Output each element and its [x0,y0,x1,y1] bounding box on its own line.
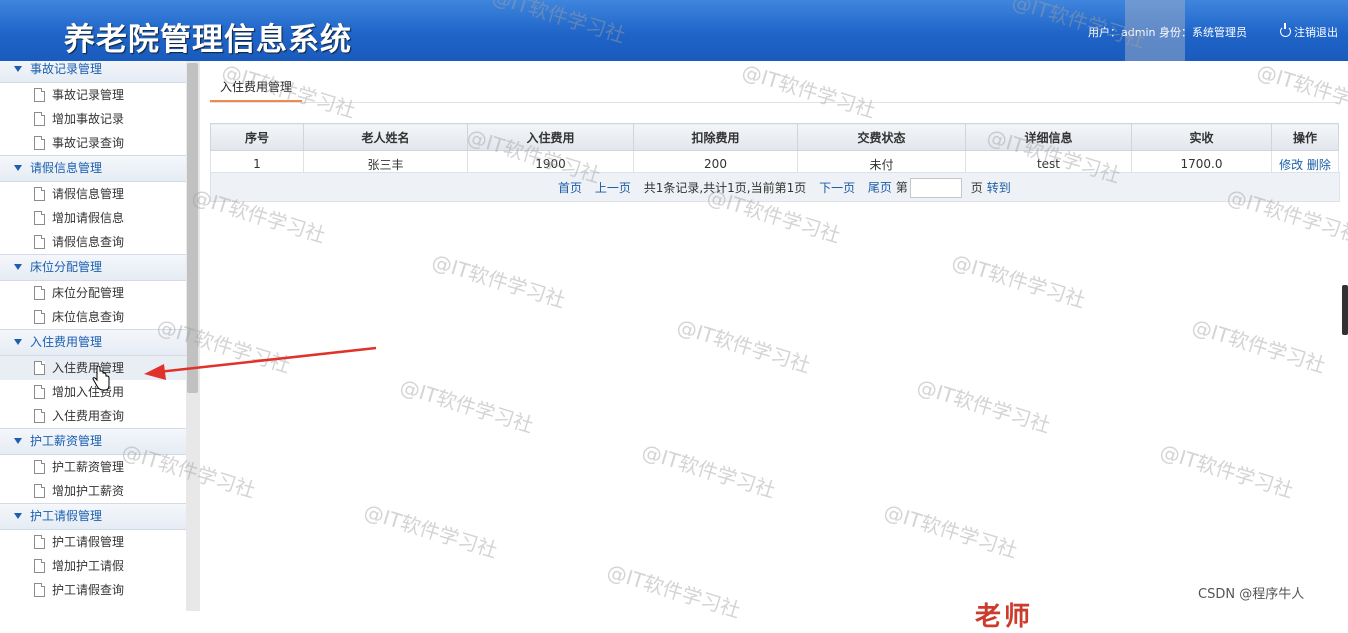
hand-cursor-icon [92,366,110,391]
bottom-red-text: 老师 [975,602,1034,632]
sidebar-item-salary-add[interactable]: 增加护工薪资 [0,479,186,503]
sidebar-item-accident-query[interactable]: 事故记录查询 [0,131,186,155]
document-icon [34,211,45,225]
document-icon [34,235,45,249]
tab-fee-manage[interactable]: 入住费用管理 [210,78,303,102]
sidebar-item-fee-query[interactable]: 入住费用查询 [0,404,186,428]
triangle-down-icon [14,66,22,72]
sidebar-group-leave[interactable]: 请假信息管理 [0,155,186,182]
document-icon [34,310,45,324]
sidebar-item-leave-manage[interactable]: 请假信息管理 [0,182,186,206]
document-icon [34,88,45,102]
column-header: 交费状态 [797,123,966,151]
triangle-down-icon [14,513,22,519]
fee-table: 序号 老人姓名 入住费用 扣除费用 交费状态 详细信息 实收 操作 1 张三丰 … [210,123,1339,178]
watermark: @IT软件学习社 [1189,314,1329,378]
sidebar-item-leave-add[interactable]: 增加请假信息 [0,206,186,230]
delete-link[interactable]: 删除 [1307,158,1331,172]
watermark: @IT软件学习社 [397,374,537,438]
sidebar-item-nurse-leave-add[interactable]: 增加护工请假 [0,554,186,578]
page-number-input[interactable] [909,178,962,198]
document-icon [34,409,45,423]
document-icon [34,460,45,474]
column-header: 老人姓名 [303,123,468,151]
page-scroll-handle[interactable] [1342,285,1348,335]
csdn-credit: CSDN @程序牛人 [1198,587,1305,602]
document-icon [34,361,45,375]
user-info: 用户：admin 身份：系统管理员 [1088,26,1247,39]
document-icon [34,583,45,597]
pagination-bar: 首页 上一页 共1条记录,共计1页,当前第1页 下一页 尾页 第 页转到 [210,172,1340,202]
column-header: 操作 [1271,123,1339,151]
triangle-down-icon [14,438,22,444]
column-header: 详细信息 [965,123,1132,151]
tab-bar: 入住费用管理 [210,72,1338,103]
watermark: @IT软件学习社 [604,559,744,623]
watermark: @IT软件学习社 [639,439,779,503]
watermark: @IT软件学习社 [361,499,501,563]
column-header: 序号 [210,123,304,151]
logout-label: 注销退出 [1294,26,1338,39]
triangle-down-icon [14,339,22,345]
first-page-link[interactable]: 首页 [558,181,582,195]
page-prefix: 第 [895,180,908,195]
sidebar-group-accident[interactable]: 事故记录管理 [0,61,186,83]
sidebar-item-leave-query[interactable]: 请假信息查询 [0,230,186,254]
pager-summary: 共1条记录,共计1页,当前第1页 [643,180,807,195]
watermark: @IT软件学习社 [881,499,1021,563]
system-title: 养老院管理信息系统 [64,22,352,58]
watermark: @IT软件学习社 [429,249,569,313]
watermark: @IT软件学习社 [674,314,814,378]
table-header-row: 序号 老人姓名 入住费用 扣除费用 交费状态 详细信息 实收 操作 [210,123,1339,151]
document-icon [34,484,45,498]
sidebar-group-nurse-leave[interactable]: 护工请假管理 [0,503,186,530]
watermark: @IT软件学习社 [1157,439,1297,503]
watermark: @IT软件学习社 [914,374,1054,438]
document-icon [34,535,45,549]
sidebar-item-nurse-leave-manage[interactable]: 护工请假管理 [0,530,186,554]
watermark: @IT软件学习社 [949,249,1089,313]
document-icon [34,136,45,150]
power-icon [1280,23,1291,37]
sidebar-item-nurse-leave-query[interactable]: 护工请假查询 [0,578,186,602]
sidebar-item-accident-manage[interactable]: 事故记录管理 [0,83,186,107]
document-icon [34,385,45,399]
column-header: 入住费用 [467,123,634,151]
document-icon [34,112,45,126]
column-header: 实收 [1131,123,1272,151]
edit-link[interactable]: 修改 [1279,158,1303,172]
logout-button[interactable]: 注销退出 [1280,23,1338,40]
column-header: 扣除费用 [633,123,798,151]
sidebar-item-bed-manage[interactable]: 床位分配管理 [0,281,186,305]
triangle-down-icon [14,165,22,171]
sidebar-group-bed[interactable]: 床位分配管理 [0,254,186,281]
document-icon [34,559,45,573]
last-page-link[interactable]: 尾页 [868,181,892,195]
red-arrow-annotation [144,346,377,380]
sidebar-item-accident-add[interactable]: 增加事故记录 [0,107,186,131]
fee-table-container: 序号 老人姓名 入住费用 扣除费用 交费状态 详细信息 实收 操作 1 张三丰 … [210,123,1339,178]
sidebar-item-bed-query[interactable]: 床位信息查询 [0,305,186,329]
sidebar-item-salary-manage[interactable]: 护工薪资管理 [0,455,186,479]
prev-page-link[interactable]: 上一页 [595,181,631,195]
top-header: 养老院管理信息系统 用户：admin 身份：系统管理员 注销退出 [0,0,1348,61]
document-icon [34,187,45,201]
sidebar-group-salary[interactable]: 护工薪资管理 [0,428,186,455]
next-page-link[interactable]: 下一页 [819,181,855,195]
document-icon [34,286,45,300]
page-suffix: 页 [970,180,983,195]
sidebar: 事故记录管理 事故记录管理 增加事故记录 事故记录查询 请假信息管理 请假信息管… [0,61,187,611]
go-page-link[interactable]: 转到 [987,181,1011,195]
triangle-down-icon [14,264,22,270]
